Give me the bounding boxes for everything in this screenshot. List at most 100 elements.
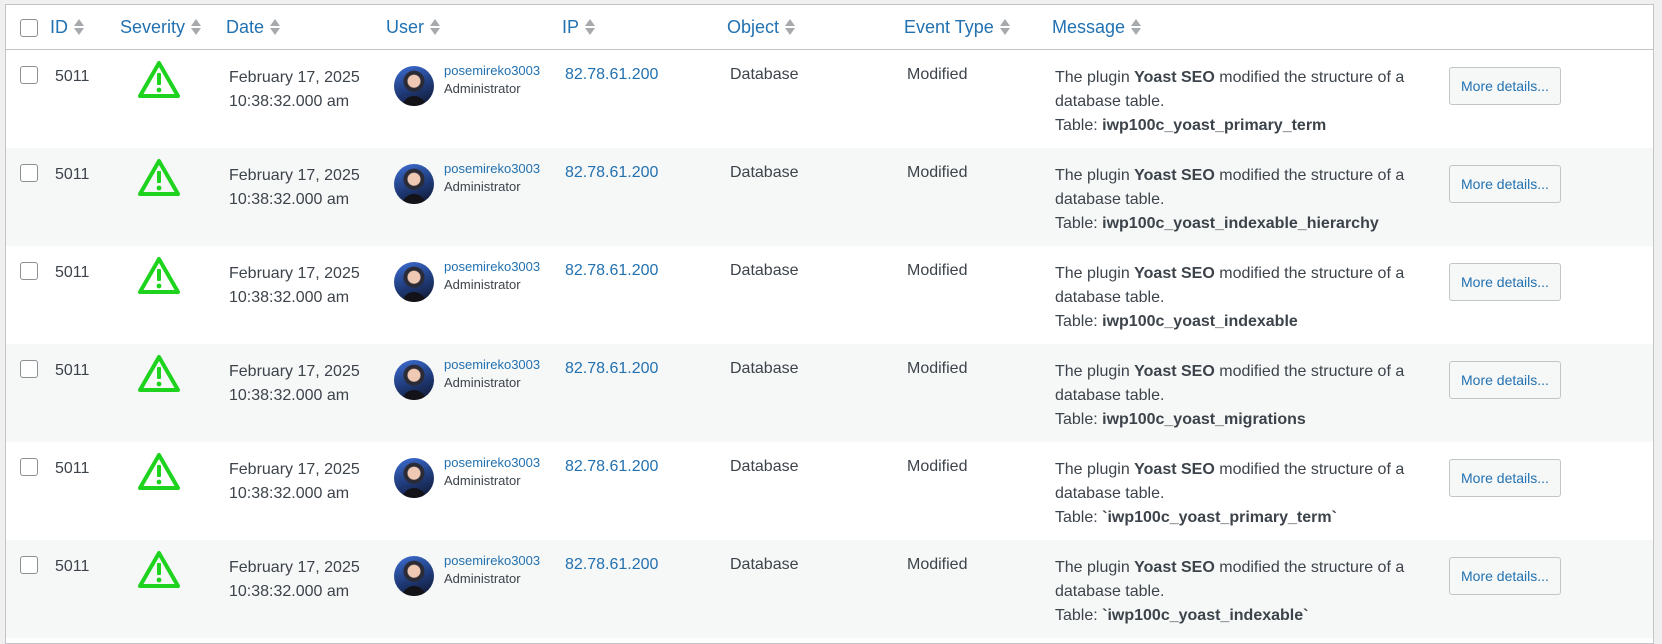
event-type-value: Modified [907,359,968,377]
table-row: 5011 February 17, 2025 10:38:32.000 am po… [6,147,1653,246]
table-name: iwp100c_yoast_indexable_hierarchy [1102,214,1379,232]
row-checkbox[interactable] [20,359,38,378]
more-details-button[interactable]: More details... [1449,556,1561,595]
table-row: 5011 February 17, 2025 10:38:32.000 am po… [6,343,1653,442]
select-all-cell [6,5,50,50]
user-cell: posemireko3003 Administrator [386,50,562,148]
table-row: 5011 February 17, 2025 10:38:32.000 am po… [6,539,1653,638]
event-date: February 17, 2025 [229,558,360,576]
object-cell: Database [727,344,904,442]
username-link[interactable]: posemireko3003 [444,258,540,276]
event-type-value: Modified [907,261,968,279]
row-checkbox[interactable] [20,163,38,182]
row-select-cell [6,148,50,246]
ip-link[interactable]: 82.78.61.200 [562,164,727,182]
column-severity[interactable]: Severity [120,5,226,50]
object-value: Database [730,359,799,377]
actions-cell: More details... [1449,540,1653,638]
more-details-button[interactable]: More details... [1449,262,1561,301]
warning-triangle-icon [120,452,226,497]
table-row: 5011 February 17, 2025 10:38:32.000 am po… [6,442,1653,540]
activity-log-table-wrap: ID Severity Date User IP Object Event Ty… [5,4,1654,644]
object-cell: Database [727,246,904,344]
username-link[interactable]: posemireko3003 [444,356,540,374]
user-role: Administrator [444,472,521,488]
column-date[interactable]: Date [226,5,386,50]
table-row: 5011 February 17, 2025 10:38:32.000 am po… [6,50,1653,148]
row-checkbox[interactable] [20,261,38,280]
username-link[interactable]: posemireko3003 [444,552,540,570]
username-link[interactable]: posemireko3003 [444,62,540,80]
event-id: 5011 [55,459,90,477]
more-details-button[interactable]: More details... [1449,164,1561,203]
more-details-button[interactable]: More details... [1449,360,1561,399]
row-select-cell [6,246,50,344]
warning-triangle-icon [120,158,226,203]
event-time: 10:38:32.000 am [229,484,350,502]
activity-log-table: ID Severity Date User IP Object Event Ty… [6,5,1653,638]
row-checkbox[interactable] [20,555,38,574]
event-id: 5011 [55,165,90,183]
username-link[interactable]: posemireko3003 [444,160,540,178]
ip-cell: 82.78.61.200 [562,50,727,148]
ip-link[interactable]: 82.78.61.200 [562,458,727,476]
date-cell: February 17, 2025 10:38:32.000 am [226,50,386,148]
event-type-cell: Modified [904,50,1052,148]
more-details-button[interactable]: More details... [1449,458,1561,497]
row-select-cell [6,540,50,638]
column-id[interactable]: ID [50,5,120,50]
user-role: Administrator [444,178,521,194]
ip-link[interactable]: 82.78.61.200 [562,556,727,574]
row-select-cell [6,344,50,442]
actions-cell: More details... [1449,246,1653,344]
event-time: 10:38:32.000 am [229,386,350,404]
table-name: `iwp100c_yoast_primary_term` [1102,508,1337,526]
event-type-value: Modified [907,163,968,181]
event-date: February 17, 2025 [229,69,360,86]
event-time: 10:38:32.000 am [229,582,350,600]
event-id-cell: 5011 [50,442,120,540]
event-message: The plugin Yoast SEO modified the struct… [1055,460,1405,526]
ip-link[interactable]: 82.78.61.200 [562,66,727,84]
ip-link[interactable]: 82.78.61.200 [562,262,727,280]
object-cell: Database [727,148,904,246]
plugin-name: Yoast SEO [1134,558,1215,576]
user-cell: posemireko3003 Administrator [386,246,562,344]
event-time: 10:38:32.000 am [229,288,350,306]
actions-cell: More details... [1449,442,1653,540]
table-name: iwp100c_yoast_migrations [1102,410,1306,428]
event-type-cell: Modified [904,442,1052,540]
event-time: 10:38:32.000 am [229,93,350,110]
event-date: February 17, 2025 [229,166,360,184]
object-value: Database [730,261,799,279]
row-checkbox[interactable] [20,457,38,476]
warning-triangle-icon [120,60,226,105]
message-cell: The plugin Yoast SEO modified the struct… [1052,246,1449,344]
column-event-type[interactable]: Event Type [904,5,1052,50]
event-id-cell: 5011 [50,344,120,442]
user-cell: posemireko3003 Administrator [386,344,562,442]
column-ip[interactable]: IP [562,5,727,50]
event-id: 5011 [55,361,90,379]
date-cell: February 17, 2025 10:38:32.000 am [226,246,386,344]
event-message: The plugin Yoast SEO modified the struct… [1055,69,1405,134]
user-role: Administrator [444,374,521,390]
severity-cell [120,344,226,442]
select-all-checkbox[interactable] [20,18,38,37]
event-id: 5011 [55,263,90,281]
warning-triangle-icon [120,354,226,399]
ip-link[interactable]: 82.78.61.200 [562,360,727,378]
column-message-label: Message [1052,16,1126,37]
more-details-button[interactable]: More details... [1449,67,1561,105]
column-object[interactable]: Object [727,5,904,50]
column-user[interactable]: User [386,5,562,50]
row-checkbox[interactable] [20,66,38,84]
event-type-value: Modified [907,555,968,573]
date-cell: February 17, 2025 10:38:32.000 am [226,442,386,540]
plugin-name: Yoast SEO [1134,69,1215,86]
object-value: Database [730,457,799,475]
avatar [394,66,434,106]
avatar [394,359,434,400]
username-link[interactable]: posemireko3003 [444,454,540,472]
column-message[interactable]: Message [1052,5,1449,50]
